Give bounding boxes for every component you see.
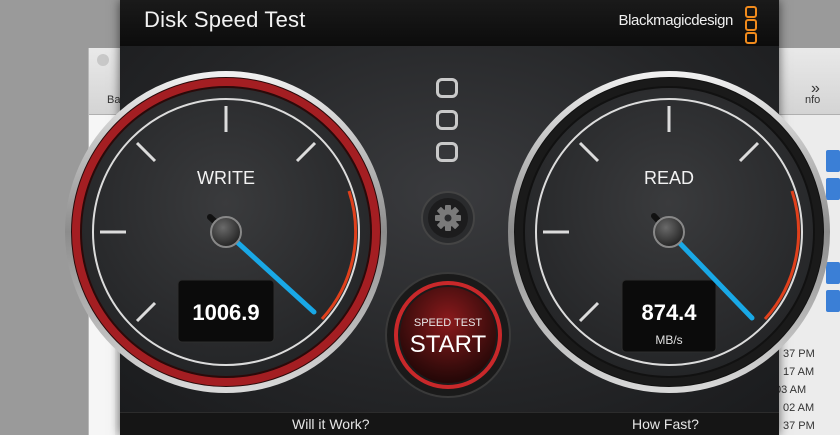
write-gauge-hub [210,216,242,248]
write-gauge-label: WRITE [197,168,255,188]
read-speed-unit: MB/s [655,333,682,347]
read-gauge-hub [653,216,685,248]
read-gauge: READ 874.4 MB/s [508,71,830,393]
gauges-layer: WRITE 1006.9 READ 874.4 MB/s SPEED TEST … [65,71,830,398]
start-button-caption: SPEED TEST [414,317,483,329]
settings-gear-button[interactable] [421,191,475,245]
read-gauge-label: READ [644,168,694,188]
write-gauge: WRITE 1006.9 [65,71,387,393]
gear-icon [435,205,461,231]
start-button[interactable]: SPEED TEST START [385,272,511,398]
read-speed-value: 874.4 [641,300,697,325]
write-speed-value: 1006.9 [192,300,259,325]
start-button-label: START [410,331,487,358]
